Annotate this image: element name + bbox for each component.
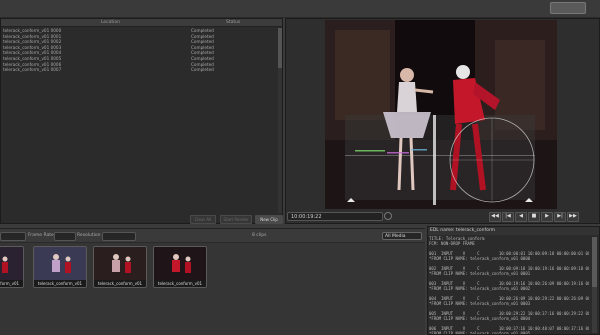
search-field[interactable]	[0, 232, 26, 241]
column-location[interactable]: Location	[101, 20, 120, 25]
queue-scroll-thumb[interactable]	[278, 28, 282, 68]
workspace-button[interactable]	[550, 2, 586, 14]
edl-text[interactable]: TITLE: Telerack_conform FCM: NON-DROP FRA…	[429, 236, 589, 334]
clip-preview-image	[0, 247, 23, 280]
media-filter-select[interactable]: All Media	[382, 232, 422, 240]
job-name: telerack_conform_v01 0002	[3, 39, 62, 45]
edl-line: *FROM CLIP NAME: telerack_conform_v01 00…	[429, 331, 531, 334]
edl-name-header: EDL name: telerack_conform	[428, 227, 599, 235]
frame-rate-field[interactable]	[54, 232, 76, 241]
go-start-button[interactable]: |◀	[502, 212, 514, 222]
bin-toolbar: Frame Rate Resolution 8 clips	[0, 229, 425, 243]
resolution-field[interactable]	[102, 232, 136, 241]
queue-header: Location Status	[1, 19, 282, 27]
play-button[interactable]: ▶	[541, 212, 553, 222]
job-name: telerack_conform_v01 0003	[3, 44, 62, 50]
job-status: Completed	[191, 56, 214, 61]
job-name: telerack_conform_v01 0005	[3, 56, 62, 61]
frame-rate-label: Frame Rate	[28, 233, 54, 238]
clip-name: telerack_conform_v01	[154, 280, 206, 287]
job-name: telerack_conform_v01 0006	[3, 61, 62, 67]
video-frame[interactable]	[325, 20, 557, 209]
job-name: telerack_conform_v01 0000	[3, 28, 62, 33]
top-toolbar	[0, 0, 600, 18]
clip-preview-image	[34, 247, 86, 280]
stop-button[interactable]: ■	[528, 212, 540, 222]
clip-name: telerack_conform_v01	[0, 280, 23, 287]
timecode-field[interactable]: 10:00:19:22	[287, 212, 383, 221]
edl-scroll-thumb[interactable]	[592, 237, 597, 287]
column-status[interactable]: Status	[226, 20, 240, 25]
clip-count: 8 clips	[252, 233, 267, 238]
clip-thumbnail[interactable]: telerack_conform_v01	[153, 246, 207, 288]
step-back-button[interactable]: ◀	[515, 212, 527, 222]
job-status: Completed	[191, 50, 214, 56]
new-clip-button[interactable]: New Clip	[255, 215, 283, 224]
job-name: telerack_conform_v01 0004	[3, 50, 62, 56]
clip-preview-image	[94, 247, 146, 280]
job-status: Completed	[191, 61, 214, 67]
clip-thumbnail[interactable]: telerack_conform_v01	[0, 246, 24, 288]
clip-name: telerack_conform_v01	[94, 280, 146, 287]
clip-name: telerack_conform_v01	[34, 280, 86, 287]
job-status: Completed	[191, 33, 214, 39]
job-status: Completed	[191, 28, 214, 33]
clip-thumbnail[interactable]: telerack_conform_v01	[93, 246, 147, 288]
clip-thumbnail[interactable]: telerack_conform_v01	[33, 246, 87, 288]
job-status: Completed	[191, 67, 214, 73]
ballet-scene-image	[325, 20, 557, 209]
queue-row[interactable]: telerack_conform_v01 0007 Completed	[1, 67, 282, 73]
clip-preview-image	[154, 247, 206, 280]
job-name: telerack_conform_v01 0007	[3, 67, 62, 73]
fast-forward-button[interactable]: ▶▶	[567, 212, 579, 222]
clear-all-button[interactable]: Clear All	[190, 215, 216, 224]
render-queue-panel: Location Status telerack_conform_v01 000…	[0, 18, 283, 224]
rewind-button[interactable]: ◀◀	[489, 212, 501, 222]
job-status: Completed	[191, 39, 214, 45]
go-end-button[interactable]: ▶|	[554, 212, 566, 222]
jog-knob[interactable]	[384, 212, 392, 220]
job-name: telerack_conform_v01 0001	[3, 33, 62, 39]
job-status: Completed	[191, 44, 214, 50]
start-render-button[interactable]: Start Render	[220, 215, 252, 224]
resolution-label: Resolution	[77, 233, 101, 238]
